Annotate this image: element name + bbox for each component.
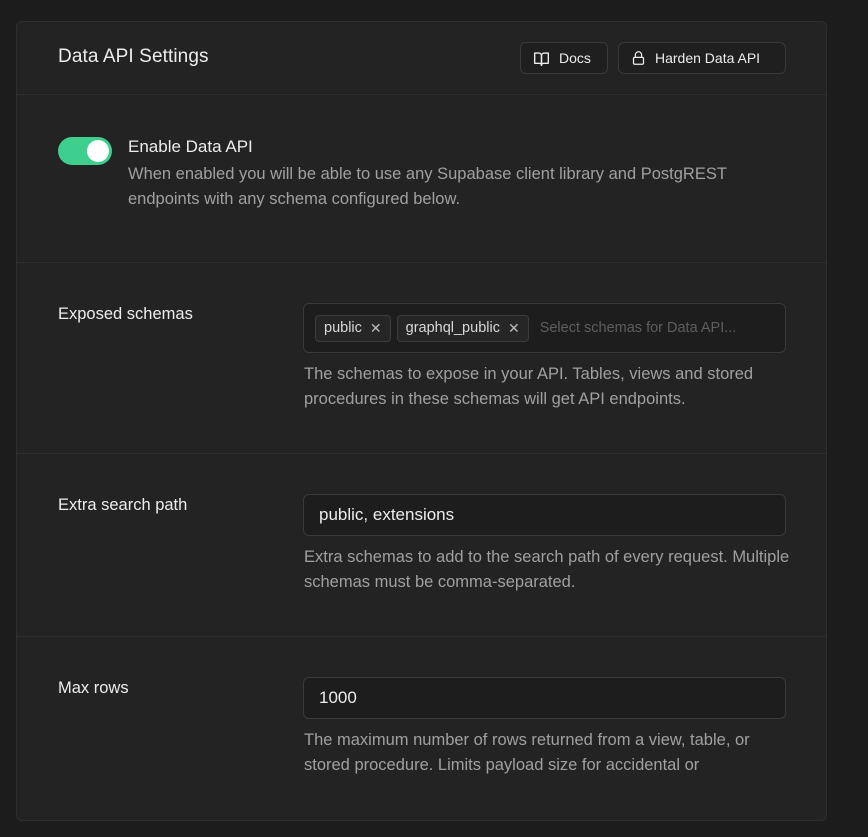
max-rows-description: The maximum number of rows returned from… [304,731,750,774]
extra-search-path-description: Extra schemas to add to the search path … [304,548,790,591]
lock-icon [632,51,645,65]
exposed-schemas-description: The schemas to expose in your API. Table… [304,365,754,408]
enable-data-api-label: Enable Data API [128,137,253,156]
data-api-settings-panel: Data API Settings Docs Harden Data API E… [16,21,827,821]
docs-button-label: Docs [559,50,591,66]
close-icon[interactable]: ✕ [508,320,520,337]
max-rows-label: Max rows [58,679,129,697]
extra-search-path-section: Extra search path public, extensions Ext… [17,454,826,637]
extra-search-path-label: Extra search path [58,496,188,514]
docs-button[interactable]: Docs [520,42,608,74]
exposed-schemas-section: Exposed schemas public ✕ graphql_public … [17,263,826,454]
panel-header: Data API Settings Docs Harden Data API [17,22,826,95]
harden-button-label: Harden Data API [655,50,761,66]
extra-search-path-input[interactable]: public, extensions [303,494,786,536]
enable-data-api-description: When enabled you will be able to use any… [128,165,727,208]
schema-chip-public: public ✕ [315,314,391,342]
harden-data-api-button[interactable]: Harden Data API [618,42,786,74]
close-icon[interactable]: ✕ [370,320,382,337]
book-open-icon [534,51,549,66]
exposed-schemas-label: Exposed schemas [58,305,193,323]
enable-data-api-toggle[interactable] [58,137,112,165]
schema-chip-graphql-public: graphql_public ✕ [396,314,529,342]
enable-data-api-section: Enable Data API When enabled you will be… [17,95,826,263]
schema-chip-label: public [324,320,362,336]
max-rows-section: Max rows 1000 The maximum number of rows… [17,637,826,837]
schema-chip-label: graphql_public [405,320,500,336]
exposed-schemas-select[interactable]: public ✕ graphql_public ✕ Select schemas… [303,303,786,353]
page-title: Data API Settings [58,46,209,67]
schemas-placeholder[interactable]: Select schemas for Data API... [540,320,737,336]
toggle-knob [87,140,109,162]
max-rows-input[interactable]: 1000 [303,677,786,719]
